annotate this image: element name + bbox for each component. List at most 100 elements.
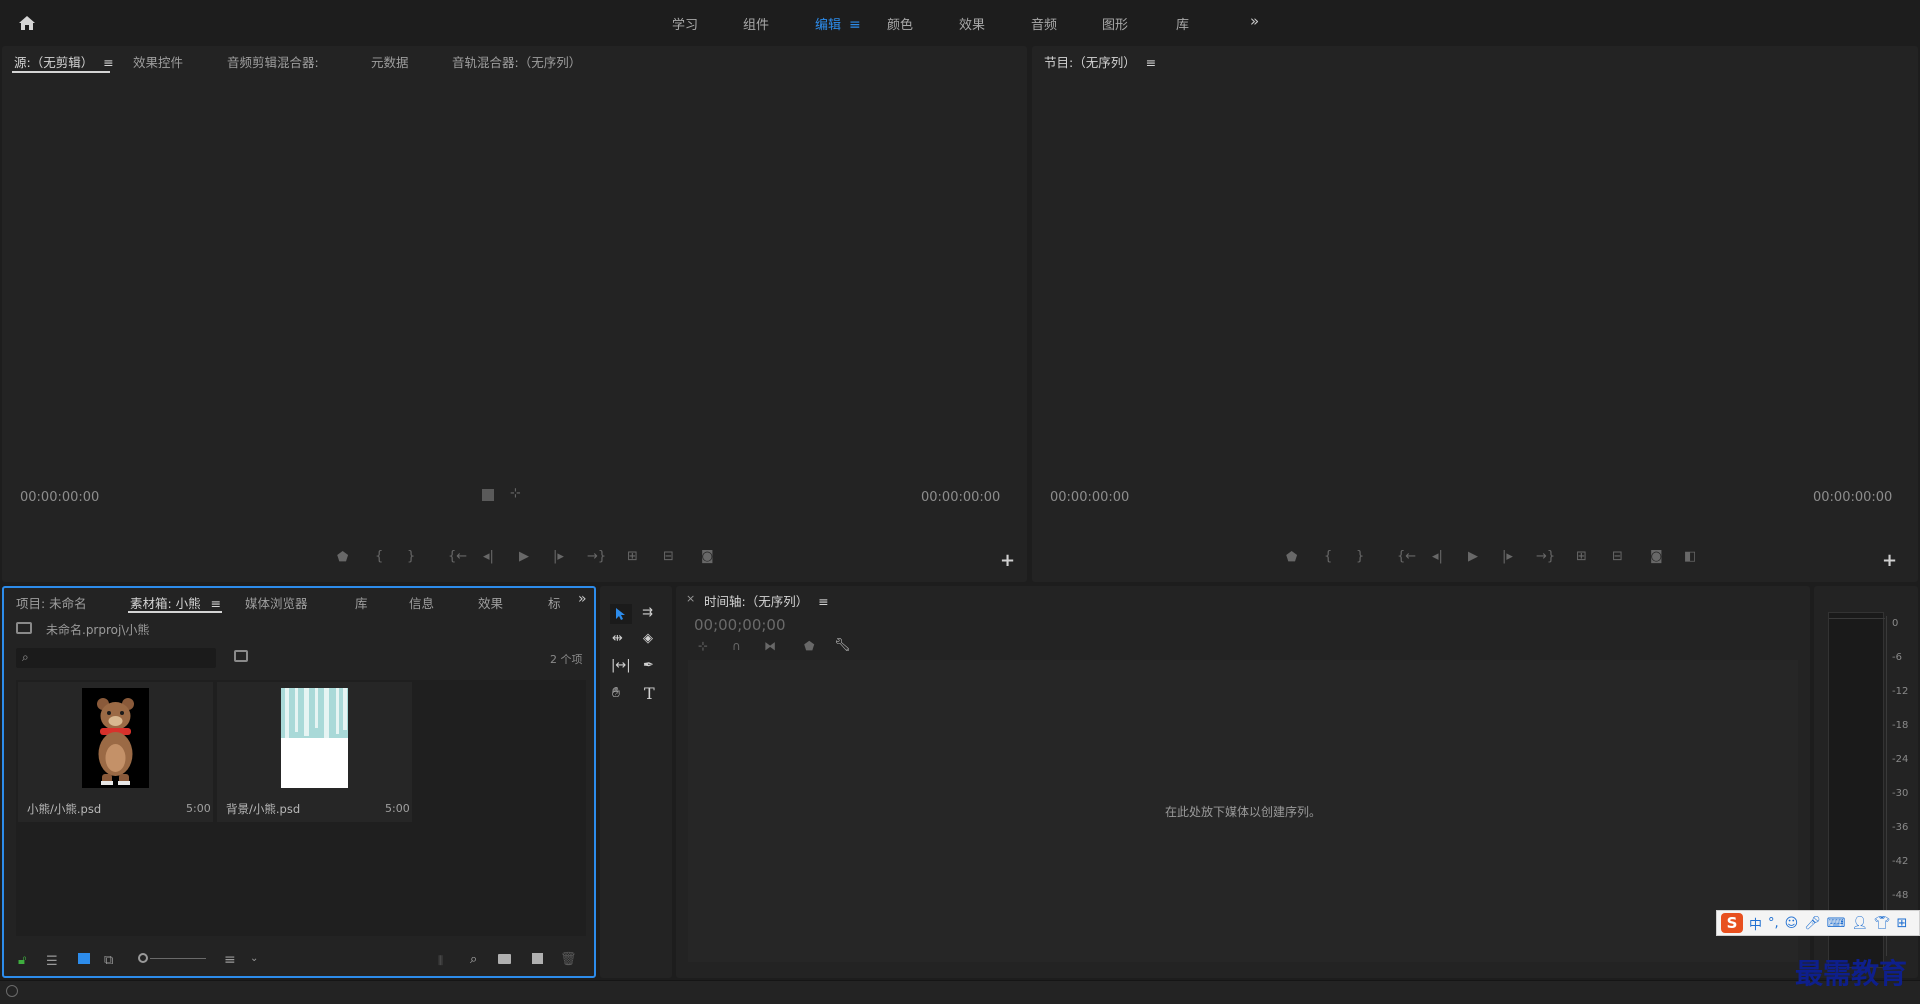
button-editor-icon[interactable]: + (1000, 550, 1015, 571)
extract-icon[interactable]: ⊟ (1612, 549, 1623, 564)
panel-menu-icon[interactable]: ≡ (818, 594, 828, 609)
find-icon[interactable]: ⌕ (470, 952, 477, 967)
settings-icon[interactable]: ⊹ (510, 486, 521, 501)
tab-metadata[interactable]: 元数据 (371, 52, 409, 71)
play-icon[interactable]: ▶ (1468, 549, 1478, 564)
export-frame-icon[interactable]: ◙ (1650, 549, 1663, 564)
ime-skin-icon[interactable]: 👕︎ (1874, 916, 1891, 931)
slip-tool-icon[interactable]: |↔| (611, 658, 631, 673)
timeline-drop-area[interactable]: 在此处放下媒体以创建序列。 (688, 660, 1798, 962)
add-marker-icon[interactable]: ⬟ (804, 639, 814, 653)
wrench-icon[interactable]: 🔧︎ (834, 638, 851, 653)
ime-user-icon[interactable]: 👤︎ (1852, 916, 1869, 931)
bin-item-bear[interactable]: 小熊/小熊.psd 5:00 (18, 682, 213, 822)
workspace-tab-assembly[interactable]: 组件 (743, 14, 769, 33)
ime-emoji-icon[interactable]: ☺ (1785, 916, 1799, 931)
mark-out-icon[interactable]: } (1356, 549, 1364, 564)
mark-in-icon[interactable]: { (1324, 549, 1332, 564)
mark-out-icon[interactable]: } (407, 549, 415, 564)
type-tool-icon[interactable]: T (644, 684, 655, 703)
workspace-tab-color[interactable]: 颜色 (887, 14, 913, 33)
workspace-tab-libraries[interactable]: 库 (1176, 14, 1189, 33)
automate-to-sequence-icon[interactable]: ⫼ (438, 954, 443, 968)
tab-libraries[interactable]: 库 (355, 593, 368, 612)
linked-selection-icon[interactable]: ⧓ (764, 639, 776, 653)
drop-frame-icon[interactable] (482, 489, 494, 501)
more-panels-icon[interactable]: » (578, 591, 587, 607)
nest-icon[interactable]: ⊹ (698, 639, 708, 653)
bin-search-input[interactable]: ⌕ (16, 648, 216, 668)
step-back-icon[interactable]: ◂| (1432, 549, 1443, 564)
workspace-tab-audio[interactable]: 音频 (1031, 14, 1057, 33)
lift-icon[interactable]: ⊞ (1576, 549, 1587, 564)
track-select-tool-icon[interactable]: ⇉ (642, 605, 653, 620)
go-to-out-icon[interactable]: →} (1536, 549, 1555, 564)
ime-punctuation-mode[interactable]: °, (1768, 916, 1779, 931)
step-back-icon[interactable]: ◂| (483, 549, 494, 564)
status-icon[interactable] (6, 985, 18, 997)
zoom-slider-handle[interactable] (138, 953, 148, 963)
close-tab-icon[interactable]: × (686, 592, 695, 605)
home-icon[interactable] (14, 10, 40, 36)
mark-in-icon[interactable]: { (375, 549, 383, 564)
ime-voice-icon[interactable]: 🎤︎ (1804, 916, 1821, 931)
pen-tool-icon[interactable]: ✒︎ (643, 658, 654, 673)
step-forward-icon[interactable]: |▸ (1502, 549, 1513, 564)
zoom-slider-track[interactable] (150, 958, 206, 959)
snap-icon[interactable]: ∩ (732, 639, 741, 653)
tab-audio-track-mixer[interactable]: 音轨混合器:（无序列） (452, 52, 581, 71)
chevron-down-icon[interactable]: ⌄ (250, 953, 258, 964)
ime-toolbar[interactable]: S 中 °, ☺ 🎤︎ ⌨ 👤︎ 👕︎ ⊞ (1716, 910, 1920, 936)
tab-effects[interactable]: 效果 (478, 593, 503, 612)
play-icon[interactable]: ▶ (519, 549, 529, 564)
sort-icons-icon[interactable]: ≡ (224, 952, 236, 968)
tab-audio-clip-mixer[interactable]: 音频剪辑混合器: (227, 52, 319, 71)
tab-effect-controls[interactable]: 效果控件 (133, 52, 183, 71)
add-marker-icon[interactable]: ⬟ (1286, 550, 1297, 565)
list-view-icon[interactable]: ☰ (46, 954, 58, 969)
program-playhead-timecode[interactable]: 00:00:00:00 (1050, 490, 1129, 505)
workspace-menu-icon[interactable]: ≡ (849, 17, 861, 33)
panel-menu-icon[interactable]: ≡ (211, 596, 221, 611)
ime-menu-icon[interactable]: ⊞ (1897, 916, 1908, 931)
hand-tool-icon[interactable]: ✋︎ (612, 685, 620, 701)
go-to-in-icon[interactable]: {← (1397, 549, 1416, 564)
source-playhead-timecode[interactable]: 00:00:00:00 (20, 490, 99, 505)
timeline-timecode[interactable]: 00;00;00;00 (694, 616, 786, 634)
ime-chinese-mode[interactable]: 中 (1749, 914, 1762, 933)
workspace-tab-editing[interactable]: 编辑 ≡ (815, 14, 861, 33)
new-item-icon[interactable] (532, 953, 543, 964)
workspace-tab-graphics[interactable]: 图形 (1102, 14, 1128, 33)
tab-media-browser[interactable]: 媒体浏览器 (245, 593, 308, 612)
tab-info[interactable]: 信息 (409, 593, 434, 612)
selection-tool-icon[interactable] (610, 604, 632, 624)
tab-bin[interactable]: 素材箱: 小熊 ≡ (130, 593, 221, 612)
new-search-bin-icon[interactable] (234, 650, 248, 662)
tab-program[interactable]: 节目:（无序列） ≡ (1044, 52, 1156, 71)
sogou-logo-icon[interactable]: S (1721, 913, 1743, 933)
workspace-tab-learning[interactable]: 学习 (672, 14, 698, 33)
panel-menu-icon[interactable]: ≡ (1146, 55, 1156, 70)
bin-item-background[interactable]: 背景/小熊.psd 5:00 (217, 682, 412, 822)
tab-project[interactable]: 项目: 未命名 (16, 593, 87, 612)
go-to-out-icon[interactable]: →} (587, 549, 606, 564)
tab-markers[interactable]: 标 (548, 593, 561, 612)
new-bin-icon[interactable] (498, 954, 511, 964)
freeform-view-icon[interactable]: ⧉ (104, 953, 113, 968)
icon-view-icon[interactable] (78, 953, 90, 964)
button-editor-icon[interactable]: + (1882, 550, 1897, 571)
tab-source[interactable]: 源:（无剪辑） ≡ (14, 52, 114, 71)
write-lock-icon[interactable]: 🔓︎ (18, 953, 26, 968)
add-marker-icon[interactable]: ⬟ (337, 550, 348, 565)
more-workspaces-icon[interactable]: » (1250, 12, 1259, 30)
workspace-tab-effects[interactable]: 效果 (959, 14, 985, 33)
go-to-in-icon[interactable]: {← (448, 549, 467, 564)
panel-menu-icon[interactable]: ≡ (103, 55, 113, 70)
step-forward-icon[interactable]: |▸ (553, 549, 564, 564)
overwrite-icon[interactable]: ⊟ (663, 549, 674, 564)
ime-keyboard-icon[interactable]: ⌨ (1827, 916, 1846, 931)
comparison-view-icon[interactable]: ◧ (1684, 549, 1696, 564)
trash-icon[interactable]: 🗑︎ (560, 952, 577, 967)
razor-tool-icon[interactable]: ◈ (643, 631, 653, 646)
export-frame-icon[interactable]: ◙ (701, 549, 714, 564)
